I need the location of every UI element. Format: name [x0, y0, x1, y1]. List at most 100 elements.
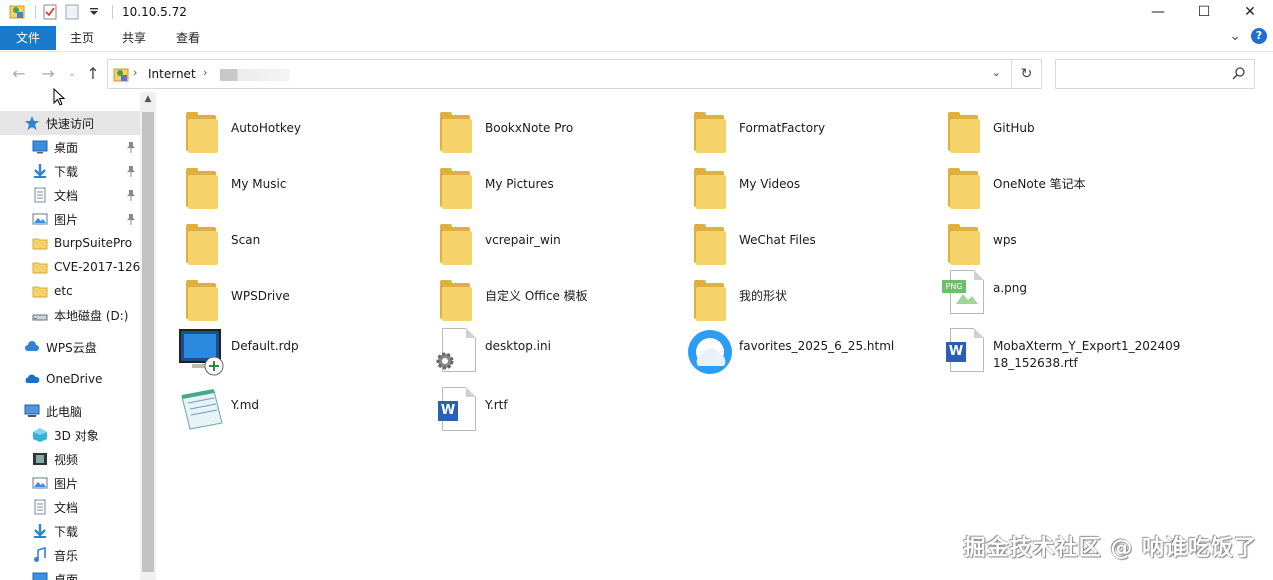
this-pc-icon — [24, 403, 40, 419]
folder-item[interactable]: My Music — [160, 158, 410, 214]
new-folder-icon[interactable] — [63, 3, 81, 21]
back-button[interactable]: ← — [9, 64, 29, 84]
pin-icon — [126, 141, 136, 153]
file-item[interactable]: Default.rdp — [160, 328, 410, 384]
folder-item[interactable]: wps — [922, 214, 1172, 270]
browser-file-icon — [686, 328, 734, 376]
sidebar-item[interactable]: 文档 — [0, 495, 140, 519]
file-item[interactable]: desktop.ini — [414, 328, 664, 384]
music-icon — [32, 546, 48, 563]
sidebar-item[interactable]: 3D 对象 — [0, 423, 140, 447]
sidebar-item[interactable]: WPS云盘 — [0, 335, 140, 359]
folder-item[interactable]: Scan — [160, 214, 410, 270]
breadcrumb-separator[interactable]: › — [133, 66, 137, 79]
sidebar-item[interactable]: CVE-2017-1261 — [0, 255, 140, 279]
customize-qat-icon[interactable] — [85, 3, 103, 21]
file-item[interactable]: W MobaXterm_Y_Export1_20240918_152638.rtf — [922, 328, 1180, 384]
folder-item[interactable]: FormatFactory — [668, 102, 918, 158]
folder-icon — [688, 110, 736, 158]
close-button[interactable]: ✕ — [1227, 0, 1273, 24]
refresh-button[interactable]: ↻ — [1011, 60, 1041, 88]
file-item[interactable]: W Y.rtf — [414, 387, 664, 443]
folder-item[interactable]: GitHub — [922, 102, 1172, 158]
help-icon[interactable]: ? — [1251, 28, 1267, 44]
item-name: 我的形状 — [739, 289, 788, 303]
item-name: desktop.ini — [485, 339, 551, 353]
sidebar-item[interactable]: BurpSuitePro — [0, 231, 140, 255]
expand-ribbon-icon[interactable]: ⌄ — [1229, 28, 1241, 44]
document-icon — [32, 187, 48, 203]
properties-icon[interactable] — [41, 3, 59, 21]
sidebar-item-label: 下载 — [54, 524, 79, 539]
folder-item[interactable]: My Videos — [668, 158, 918, 214]
sidebar-item[interactable]: 视频 — [0, 447, 140, 471]
folder-icon — [180, 222, 228, 270]
sidebar-item[interactable]: 本地磁盘 (D:) — [0, 303, 140, 327]
png-badge: PNG — [942, 280, 966, 293]
sidebar-item-label: BurpSuitePro — [54, 236, 133, 250]
sidebar-item[interactable]: 桌面 — [0, 567, 140, 580]
sidebar-item[interactable]: OneDrive — [0, 367, 140, 391]
window-controls: — ☐ ✕ — [1135, 0, 1273, 24]
sidebar-item[interactable]: 下载 — [0, 159, 140, 183]
folder-item[interactable]: WeChat Files — [668, 214, 918, 270]
sidebar-item[interactable]: 快速访问 — [0, 111, 140, 135]
folder-item[interactable]: My Pictures — [414, 158, 664, 214]
tab-file[interactable]: 文件 — [0, 26, 56, 50]
sidebar-item-label: 音乐 — [54, 548, 79, 563]
folder-item[interactable]: 自定义 Office 模板 — [414, 270, 664, 326]
folder-item[interactable]: WPSDrive — [160, 270, 410, 326]
breadcrumb-internet[interactable]: Internet — [148, 67, 196, 81]
sidebar-item[interactable]: 图片 — [0, 471, 140, 495]
file-item[interactable]: favorites_2025_6_25.html — [668, 328, 918, 384]
folder-icon — [688, 278, 736, 326]
breadcrumb-separator[interactable]: › — [203, 66, 207, 79]
sidebar-item-label: 图片 — [54, 476, 79, 491]
window-title: 10.10.5.72 — [122, 5, 187, 19]
up-button[interactable]: ↑ — [83, 64, 103, 84]
qat-separator — [35, 5, 36, 19]
folder-item[interactable]: AutoHotkey — [160, 102, 410, 158]
download-icon — [32, 523, 48, 539]
recent-locations-button[interactable]: ⌄ — [62, 64, 82, 84]
sidebar-item[interactable]: 音乐 — [0, 543, 140, 567]
forward-button[interactable]: → — [38, 64, 58, 84]
search-input[interactable] — [1055, 59, 1255, 89]
folder-icon — [32, 283, 48, 299]
maximize-button[interactable]: ☐ — [1181, 0, 1227, 24]
navigation-pane-scrollbar[interactable]: ▲ — [140, 92, 156, 580]
sidebar-item[interactable]: 图片 — [0, 207, 140, 231]
folder-icon — [434, 110, 482, 158]
tab-home[interactable]: 主页 — [56, 26, 108, 50]
folder-item[interactable]: OneNote 笔记本 — [922, 158, 1172, 214]
sidebar-item[interactable]: 桌面 — [0, 135, 140, 159]
scrollbar-thumb[interactable] — [142, 112, 154, 572]
scroll-up-arrow[interactable]: ▲ — [140, 94, 156, 110]
tab-share[interactable]: 共享 — [108, 26, 160, 50]
minimize-button[interactable]: — — [1135, 0, 1181, 24]
folder-item[interactable]: vcrepair_win — [414, 214, 664, 270]
search-icon[interactable] — [1232, 66, 1246, 80]
word-document-icon: W — [432, 387, 480, 435]
tab-view[interactable]: 查看 — [160, 26, 216, 50]
sidebar-item-label: 下载 — [54, 164, 79, 179]
pin-icon — [126, 213, 136, 225]
sidebar-item[interactable]: 此电脑 — [0, 399, 140, 423]
address-dropdown-button[interactable]: ⌄ — [992, 66, 1001, 79]
file-item[interactable]: PNG a.png — [922, 270, 1172, 326]
sidebar-item[interactable]: 下载 — [0, 519, 140, 543]
address-bar[interactable]: › Internet › ⌄ ↻ — [107, 59, 1042, 89]
3d-objects-icon — [32, 427, 48, 443]
folder-icon — [434, 222, 482, 270]
sidebar-item[interactable]: 文档 — [0, 183, 140, 207]
folder-item[interactable]: 我的形状 — [668, 270, 918, 326]
sidebar-item[interactable]: etc — [0, 279, 140, 303]
file-item[interactable]: Y.md — [160, 387, 410, 443]
folder-item[interactable]: BookxNote Pro — [414, 102, 664, 158]
item-name: Y.rtf — [485, 398, 508, 412]
item-name: 自定义 Office 模板 — [485, 289, 588, 303]
maximize-icon: ☐ — [1197, 4, 1211, 20]
sidebar-item-label: 快速访问 — [46, 116, 95, 131]
sidebar-item-label: CVE-2017-1261 — [54, 260, 140, 274]
desktop-icon — [32, 571, 48, 580]
